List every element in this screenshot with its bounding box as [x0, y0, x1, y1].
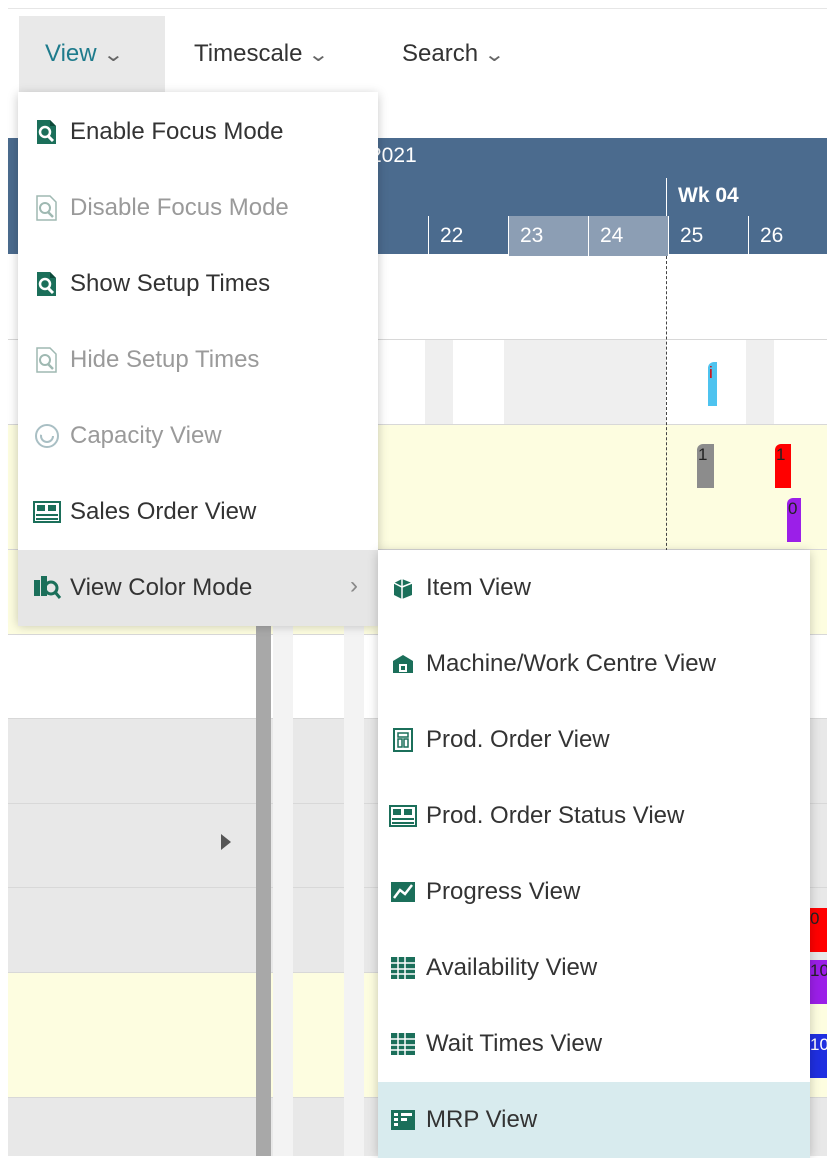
setup-times-icon [32, 269, 62, 299]
focus-mode-icon [32, 117, 62, 147]
menu-item-label: Progress View [426, 878, 581, 905]
menu-item-sales-order-view[interactable]: Sales Order View [18, 474, 378, 550]
task-bar[interactable]: 1 [775, 444, 791, 488]
capacity-icon [32, 421, 62, 451]
weekend-stripe [344, 618, 364, 1156]
week-label: Wk 04 [678, 184, 739, 207]
week-divider [666, 178, 667, 216]
color-mode-icon [32, 573, 62, 603]
view-button-label: View [45, 40, 97, 67]
timescale-menu-button[interactable]: Timescale ⌄ [194, 16, 330, 92]
day-cell: 24 [588, 216, 668, 256]
menu-item-label: Capacity View [70, 422, 222, 449]
search-menu-button[interactable]: Search ⌄ [402, 16, 506, 92]
view-menu-button[interactable]: View ⌄ [19, 16, 165, 92]
day-cell: 23 [508, 216, 588, 256]
menu-item-label: Show Setup Times [70, 270, 271, 297]
menu-item-label: Hide Setup Times [70, 346, 260, 373]
weekend-stripe [746, 340, 774, 424]
task-bar[interactable]: 10 [809, 960, 827, 1004]
menu-item-hide-setup-times[interactable]: Hide Setup Times [18, 322, 378, 398]
menu-item-wait-times-view[interactable]: Wait Times View [378, 1006, 810, 1082]
task-bar[interactable]: 10 [809, 1034, 827, 1078]
weekend-stripe [504, 340, 666, 424]
weekend-stripe [273, 618, 293, 1156]
menu-item-show-setup-times[interactable]: Show Setup Times [18, 246, 378, 322]
menu-item-label: Wait Times View [426, 1030, 603, 1057]
view-dropdown-menu: Enable Focus Mode Disable Focus Mode Sho… [18, 92, 378, 626]
menu-item-label: Disable Focus Mode [70, 194, 289, 221]
setup-times-off-icon [32, 345, 62, 375]
sales-order-icon [32, 497, 62, 527]
menu-item-progress-view[interactable]: Progress View [378, 854, 810, 930]
menu-item-label: Prod. Order View [426, 726, 610, 753]
day-cell: 25 [668, 216, 748, 256]
day-cell: 26 [748, 216, 827, 256]
menu-item-enable-focus-mode[interactable]: Enable Focus Mode [18, 94, 378, 170]
prod-order-icon [388, 725, 418, 755]
search-button-label: Search [402, 40, 479, 67]
menu-item-view-color-mode[interactable]: View Color Mode › [18, 550, 378, 626]
menu-item-prod-order-status-view[interactable]: Prod. Order Status View [378, 778, 810, 854]
task-bar[interactable]: 1 [697, 444, 714, 488]
task-bar[interactable]: i [708, 362, 717, 406]
menu-item-availability-view[interactable]: Availability View [378, 930, 810, 1006]
chevron-right-icon: › [350, 572, 358, 599]
availability-icon [388, 953, 418, 983]
focus-mode-off-icon [32, 193, 62, 223]
menu-item-mrp-view[interactable]: MRP View [378, 1082, 810, 1158]
weekend-stripe [425, 340, 453, 424]
menu-item-label: Availability View [426, 954, 598, 981]
expand-arrow-icon[interactable] [221, 834, 231, 850]
menu-item-label: MRP View [426, 1106, 538, 1133]
menu-item-label: View Color Mode [70, 574, 253, 601]
mrp-icon [388, 1105, 418, 1135]
day-cell: 22 [428, 216, 508, 256]
pane-splitter[interactable] [256, 618, 271, 1156]
menu-item-label: Machine/Work Centre View [426, 650, 716, 677]
wait-times-icon [388, 1029, 418, 1059]
menu-item-disable-focus-mode[interactable]: Disable Focus Mode [18, 170, 378, 246]
chevron-down-icon: ⌄ [307, 43, 330, 66]
progress-icon [388, 877, 418, 907]
menu-item-label: Sales Order View [70, 498, 257, 525]
chevron-down-icon: ⌄ [102, 43, 124, 66]
menu-item-capacity-view[interactable]: Capacity View [18, 398, 378, 474]
task-bar[interactable]: 0 [809, 908, 827, 952]
timescale-button-label: Timescale [194, 40, 303, 67]
item-icon [388, 573, 418, 603]
menu-item-machine-work-centre-view[interactable]: Machine/Work Centre View [378, 626, 810, 702]
menu-item-item-view[interactable]: Item View [378, 550, 810, 626]
chevron-down-icon: ⌄ [483, 43, 506, 66]
machine-icon [388, 649, 418, 679]
color-mode-submenu: Item View Machine/Work Centre View Prod.… [378, 550, 810, 1158]
menu-item-prod-order-view[interactable]: Prod. Order View [378, 702, 810, 778]
today-line [666, 256, 667, 556]
menu-item-label: Enable Focus Mode [70, 118, 284, 145]
toolbar: View ⌄ Timescale ⌄ Search ⌄ [8, 8, 827, 99]
prod-order-status-icon [388, 801, 418, 831]
task-bar[interactable]: 0 [787, 498, 801, 542]
menu-item-label: Prod. Order Status View [426, 802, 685, 829]
menu-item-label: Item View [426, 574, 531, 601]
